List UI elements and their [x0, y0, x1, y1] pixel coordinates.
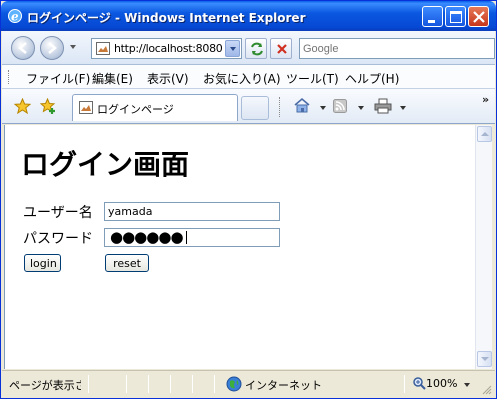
address-bar[interactable]: http://localhost:8080 — [91, 38, 242, 59]
internet-globe-icon — [226, 376, 242, 392]
page-favicon-icon — [96, 42, 110, 55]
toolbar-separator — [279, 97, 280, 117]
status-divider — [214, 375, 215, 393]
menu-favorites[interactable]: お気に入り(A) — [203, 70, 281, 87]
refresh-icon — [251, 42, 263, 56]
status-divider — [126, 375, 127, 393]
maximize-button[interactable] — [445, 6, 466, 27]
vertical-scrollbar[interactable] — [475, 125, 492, 369]
status-divider — [170, 375, 171, 393]
text-caret — [186, 231, 187, 244]
back-button[interactable] — [11, 36, 35, 60]
menu-bar: ファイル(F) 編集(E) 表示(V) お気に入り(A) ツール(T) ヘルプ(… — [2, 65, 495, 89]
password-field[interactable]: ●●●●●● — [104, 228, 280, 247]
print-icon[interactable] — [374, 98, 392, 114]
add-favorites-icon[interactable] — [40, 98, 57, 115]
history-dropdown-icon[interactable] — [70, 45, 76, 49]
close-icon — [473, 11, 485, 23]
status-divider — [88, 375, 89, 393]
page-heading: ログイン画面 — [21, 148, 190, 181]
home-icon[interactable] — [293, 97, 311, 114]
toolbar-overflow-chevron-icon[interactable]: » — [482, 93, 489, 106]
password-label: パスワード — [23, 231, 93, 247]
login-button[interactable]: login — [24, 254, 61, 272]
address-dropdown-button[interactable] — [225, 40, 240, 57]
reset-button[interactable]: reset — [105, 254, 149, 272]
menu-grip-handle[interactable] — [8, 70, 10, 84]
menu-file[interactable]: ファイル(F) — [26, 70, 90, 87]
arrow-right-icon — [48, 42, 57, 54]
refresh-button[interactable] — [245, 38, 267, 59]
status-text: ページが表示されました — [9, 379, 81, 392]
zoom-magnifier-icon[interactable] — [412, 376, 426, 390]
feeds-dropdown-icon[interactable] — [358, 106, 364, 110]
zoom-dropdown-icon[interactable] — [464, 383, 470, 387]
zoom-level[interactable]: 100% — [426, 377, 457, 390]
tab-login-page[interactable]: ログインページ — [72, 94, 238, 121]
tab-label: ログインページ — [97, 103, 174, 116]
status-bar: ページが表示されました インターネット 100% — [2, 370, 495, 398]
username-label: ユーザー名 — [23, 205, 93, 221]
stop-button[interactable] — [270, 38, 292, 59]
status-divider — [404, 375, 405, 393]
feeds-icon[interactable] — [333, 99, 347, 113]
password-mask: ●●●●●● — [110, 228, 184, 246]
address-text[interactable]: http://localhost:8080 — [114, 42, 222, 55]
menu-view[interactable]: 表示(V) — [147, 70, 189, 87]
security-zone-text[interactable]: インターネット — [245, 377, 322, 393]
favorites-star-icon[interactable] — [14, 98, 31, 115]
print-dropdown-icon[interactable] — [400, 106, 406, 110]
status-divider — [192, 375, 193, 393]
tab-bar: ログインページ » — [2, 89, 495, 124]
search-box[interactable] — [299, 38, 495, 59]
svg-text:e: e — [11, 10, 19, 24]
scroll-down-button[interactable] — [477, 351, 492, 367]
stop-icon — [277, 44, 287, 54]
title-bar[interactable]: e ログインページ - Windows Internet Explorer — [1, 1, 496, 31]
menu-tools[interactable]: ツール(T) — [286, 70, 339, 87]
menu-edit[interactable]: 編集(E) — [92, 70, 133, 87]
home-dropdown-icon[interactable] — [320, 106, 326, 110]
tab-favicon-icon — [79, 101, 93, 114]
username-field[interactable] — [104, 202, 280, 221]
search-input[interactable] — [303, 40, 493, 57]
navigation-bar: http://localhost:8080 — [2, 31, 495, 65]
browser-window: e ログインページ - Windows Internet Explorer ht… — [0, 0, 497, 399]
maximize-icon — [450, 11, 462, 23]
minimize-button[interactable] — [422, 6, 443, 27]
scroll-up-button[interactable] — [477, 126, 492, 142]
close-button[interactable] — [468, 6, 489, 27]
ie-logo-icon: e — [8, 9, 22, 24]
new-tab-button[interactable] — [241, 96, 269, 120]
resize-grip-icon[interactable] — [480, 383, 492, 395]
arrow-left-icon — [18, 42, 27, 54]
status-divider — [148, 375, 149, 393]
menu-help[interactable]: ヘルプ(H) — [345, 70, 399, 87]
page-content: ログイン画面 ユーザー名 パスワード ●●●●●● login reset — [4, 125, 476, 369]
minimize-icon — [428, 20, 435, 23]
forward-button[interactable] — [40, 36, 64, 60]
window-title: ログインページ - Windows Internet Explorer — [27, 11, 306, 25]
